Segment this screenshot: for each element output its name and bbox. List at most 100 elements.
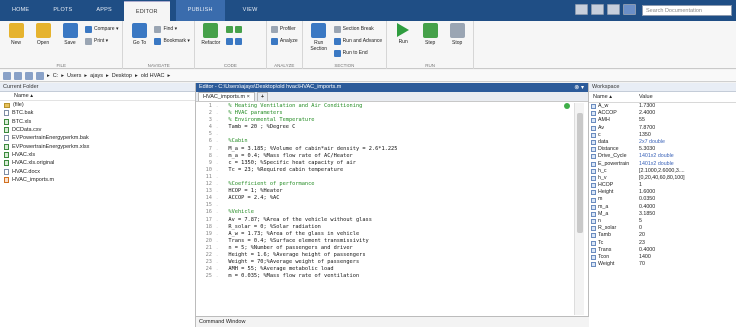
code-line[interactable]: 21- n = 5; %Number of passengers and dri… [196, 245, 568, 252]
code-line[interactable]: 2- % HVAC parameters [196, 110, 568, 117]
line-number[interactable]: 22 [196, 252, 216, 259]
line-number[interactable]: 11 [196, 174, 216, 181]
line-number[interactable]: 19 [196, 231, 216, 238]
line-number[interactable]: 14 [196, 195, 216, 202]
workspace-variable-row[interactable]: h_c [2.1000,2.6000,3.... [589, 168, 736, 175]
code-line[interactable]: 10- Tc = 23; %Required cabin temperature [196, 167, 568, 174]
workspace-variable-row[interactable]: Weight 70 [589, 261, 736, 268]
line-number[interactable]: 24 [196, 266, 216, 273]
analyze-button[interactable]: Analyze [270, 36, 298, 46]
search-documentation-input[interactable]: Search Documentation [642, 5, 732, 16]
bookmark-button[interactable]: Bookmark ▾ [154, 36, 190, 46]
step-button[interactable]: Step [418, 23, 442, 67]
editor-scrollbar[interactable] [574, 103, 584, 315]
refactor-button[interactable]: Refactor [199, 23, 223, 67]
code-line[interactable]: 14- ACCOP = 2.4; %AC [196, 195, 568, 202]
workspace-variable-row[interactable]: Height 1.6000 [589, 189, 736, 196]
workspace-variable-row[interactable]: Drive_Cycle 1401x2 double [589, 153, 736, 160]
line-number[interactable]: 1 [196, 103, 216, 110]
help-icon[interactable] [623, 4, 636, 15]
file-item[interactable]: DCData.csv [0, 126, 195, 134]
workspace-variable-row[interactable]: m 0.0350 [589, 196, 736, 203]
workspace-variable-row[interactable]: E_powertrain 1401x2 double [589, 161, 736, 168]
path-segment[interactable]: Desktop [112, 73, 132, 79]
breakpoint-marker[interactable]: - [216, 174, 222, 181]
code-line[interactable]: 4- Tamb = 20 ; %Degree C [196, 124, 568, 131]
workspace-variable-row[interactable]: A_w 1.7300 [589, 103, 736, 110]
code-line[interactable]: 24- AMH = 55; %Average metabolic load [196, 266, 568, 273]
line-number[interactable]: 10 [196, 167, 216, 174]
value-column-header[interactable]: Value [639, 92, 653, 102]
code-line[interactable]: 3- % Environmental Temperature [196, 117, 568, 124]
breakpoint-marker[interactable]: - [216, 202, 222, 209]
line-number[interactable]: 21 [196, 245, 216, 252]
file-item[interactable]: (file) [0, 101, 195, 109]
code-line[interactable]: 8- m_a = 0.4; %Mass flow rate of AC/Heat… [196, 153, 568, 160]
line-number[interactable]: 20 [196, 238, 216, 245]
workspace-variable-row[interactable]: data 2x7 double [589, 139, 736, 146]
code-line[interactable]: 13- HCOP = 1; %Heater [196, 188, 568, 195]
code-line[interactable]: 19- A_w = 1.73; %Area of the glass in ve… [196, 231, 568, 238]
insert-icon[interactable] [225, 25, 233, 33]
new-button[interactable]: New [4, 23, 28, 67]
find-button[interactable]: Find ▾ [154, 24, 189, 34]
line-number[interactable]: 17 [196, 217, 216, 224]
line-number[interactable]: 8 [196, 153, 216, 160]
code-line[interactable]: 11- [196, 174, 568, 181]
workspace-variable-row[interactable]: R_solar 0 [589, 225, 736, 232]
outdent-icon[interactable] [234, 37, 242, 45]
comment-icon[interactable] [234, 25, 242, 33]
line-number[interactable]: 23 [196, 259, 216, 266]
stop-button[interactable]: Stop [445, 23, 469, 67]
name-column-header[interactable]: Name ▴ [589, 92, 639, 102]
file-item[interactable]: EVPowertrainEnergyperkm.bak [0, 134, 195, 142]
open-button[interactable]: Open [31, 23, 55, 67]
workspace-variable-row[interactable]: Tc 23 [589, 240, 736, 247]
code-line[interactable]: 22- Height = 1.6; %Average height of pas… [196, 252, 568, 259]
code-line[interactable]: 17- Av = 7.87; %Area of the vehicle with… [196, 217, 568, 224]
run-and-advance-button[interactable]: Run and Advance [333, 36, 382, 46]
code-line[interactable]: 12- %Coefficient of performance [196, 181, 568, 188]
scrollbar-thumb[interactable] [577, 113, 583, 233]
workspace-variable-row[interactable]: Tamb 20 [589, 232, 736, 239]
code-line[interactable]: 1- % Heating Ventilation and Air Conditi… [196, 103, 568, 110]
workspace-variable-row[interactable]: Tcon 1400 [589, 254, 736, 261]
workspace-variable-row[interactable]: m_a 0.4000 [589, 204, 736, 211]
code-line[interactable]: 16- %Vehicle [196, 209, 568, 216]
workspace-variable-row[interactable]: ACCOP 2.4000 [589, 110, 736, 117]
file-item[interactable]: HVAC.xls.original [0, 159, 195, 167]
line-number[interactable]: 12 [196, 181, 216, 188]
new-tab-button[interactable]: + [256, 92, 269, 101]
workspace-variable-row[interactable]: n5 [589, 218, 736, 225]
tab-plots[interactable]: PLOTS [41, 0, 84, 21]
line-number[interactable]: 7 [196, 146, 216, 153]
code-line[interactable]: 20- Trans = 0.4; %Surface element transm… [196, 238, 568, 245]
path-segment[interactable]: C: [53, 73, 59, 79]
code-line[interactable]: 23- Weight = 70;%Average weight of passe… [196, 259, 568, 266]
line-number[interactable]: 4 [196, 124, 216, 131]
workspace-variable-row[interactable]: Av 7.8700 [589, 125, 736, 132]
line-number[interactable]: 5 [196, 131, 216, 138]
path-segment[interactable]: ajays [90, 73, 103, 79]
print-button[interactable]: Print ▾ [85, 36, 118, 46]
code-line[interactable]: 7- M_a = 3.185; %Volume of cabin*air den… [196, 146, 568, 153]
code-line[interactable]: 25- m = 0.035; %Mass flow rate of ventil… [196, 273, 568, 280]
run-section-button[interactable]: Run Section [307, 23, 331, 67]
file-item[interactable]: HVAC_imports.m [0, 176, 195, 184]
section-break-button[interactable]: Section Break [333, 24, 382, 34]
file-item[interactable]: HVAC.docx [0, 167, 195, 175]
run-button[interactable]: Run [391, 23, 415, 67]
code-line[interactable]: 15- [196, 202, 568, 209]
profiler-button[interactable]: Profiler [270, 24, 298, 34]
workspace-variable-row[interactable]: c 1350 [589, 132, 736, 139]
line-number[interactable]: 15 [196, 202, 216, 209]
code-line[interactable]: 6- %Cabin [196, 138, 568, 145]
tab-publish[interactable]: PUBLISH [175, 0, 225, 21]
file-item[interactable]: HVAC.xls [0, 151, 195, 159]
run-to-end-button[interactable]: Run to End [333, 48, 382, 58]
close-icon[interactable]: ⊗ ▾ [574, 84, 584, 93]
line-number[interactable]: 16 [196, 209, 216, 216]
redo-icon[interactable] [607, 4, 620, 15]
code-analyzer-ok-icon[interactable] [564, 103, 570, 109]
workspace-variable-row[interactable]: h_v [0,20,40,60,80,100] [589, 175, 736, 182]
